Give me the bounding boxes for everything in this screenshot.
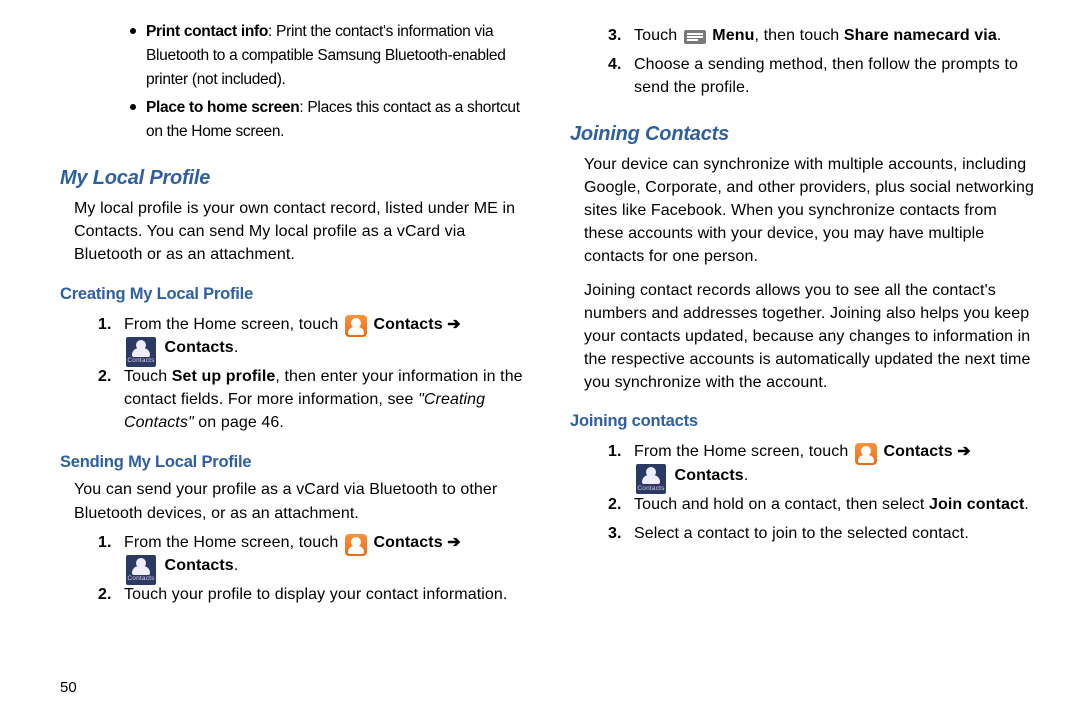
step-text: From the Home screen, touch Contacts ➔ C… [124, 313, 530, 359]
txt-a: From the Home screen, touch [124, 534, 338, 551]
txt-c: Contacts [675, 467, 744, 484]
txt-c: Contacts [165, 557, 234, 574]
para-join-2: Joining contact records allows you to se… [584, 279, 1040, 395]
bullet-icon [130, 28, 136, 34]
step-number: 1. [608, 440, 634, 486]
txt-b: Contacts ➔ [883, 443, 970, 460]
step-send-4: 4. Choose a sending method, then follow … [608, 53, 1040, 99]
contacts-app-icon [345, 534, 367, 556]
txt-d: . [234, 557, 239, 574]
contacts-app-icon [855, 443, 877, 465]
step-text: Choose a sending method, then follow the… [634, 53, 1040, 99]
step-text: Touch your profile to display your conta… [124, 583, 530, 606]
step-create-1: 1. From the Home screen, touch Contacts … [98, 313, 530, 359]
heading-my-local-profile: My Local Profile [60, 164, 530, 193]
txt-c: , then touch [754, 27, 843, 44]
txt-c: . [1024, 496, 1029, 513]
heading-creating-local-profile: Creating My Local Profile [60, 283, 530, 307]
txt-b: Contacts ➔ [373, 534, 460, 551]
step-number: 1. [98, 531, 124, 577]
txt-e: on page 46. [194, 414, 284, 431]
step-text: Touch Set up profile, then enter your in… [124, 365, 530, 435]
contacts-tab-icon: Contacts [636, 464, 666, 494]
step-text: Select a contact to join to the selected… [634, 522, 1040, 545]
step-create-2: 2. Touch Set up profile, then enter your… [98, 365, 530, 435]
heading-joining-contacts: Joining Contacts [570, 120, 1040, 149]
txt-b: Join contact [929, 496, 1024, 513]
step-join-1: 1. From the Home screen, touch Contacts … [608, 440, 1040, 486]
txt-b: Menu [712, 27, 754, 44]
para-send-profile: You can send your profile as a vCard via… [74, 478, 530, 524]
para-join-1: Your device can synchronize with multipl… [584, 153, 1040, 269]
bullet-print-contact: Print contact info: Print the contact's … [130, 20, 530, 92]
step-number: 2. [98, 365, 124, 435]
step-join-3: 3. Select a contact to join to the selec… [608, 522, 1040, 545]
contacts-tab-icon: Contacts [126, 337, 156, 367]
step-text: Touch and hold on a contact, then select… [634, 493, 1040, 516]
txt-b: Set up profile [172, 368, 276, 385]
step-text: From the Home screen, touch Contacts ➔ C… [124, 531, 530, 577]
contacts-app-icon [345, 315, 367, 337]
txt-d: . [744, 467, 749, 484]
txt-a: From the Home screen, touch [124, 316, 338, 333]
step-number: 3. [608, 24, 634, 47]
heading-sending-local-profile: Sending My Local Profile [60, 451, 530, 475]
para-local-profile: My local profile is your own contact rec… [74, 197, 530, 267]
step-send-3: 3. Touch Menu, then touch Share namecard… [608, 24, 1040, 47]
step-send-1: 1. From the Home screen, touch Contacts … [98, 531, 530, 577]
step-number: 1. [98, 313, 124, 359]
bullet-lead: Print contact info [146, 23, 268, 40]
step-number: 4. [608, 53, 634, 99]
page-number: 50 [60, 679, 77, 696]
menu-icon [684, 30, 706, 44]
step-number: 2. [608, 493, 634, 516]
txt-d: . [234, 339, 239, 356]
txt-e: . [997, 27, 1002, 44]
bullet-place-home: Place to home screen: Places this contac… [130, 96, 530, 144]
txt-a: Touch [124, 368, 172, 385]
step-send-2: 2. Touch your profile to display your co… [98, 583, 530, 606]
contacts-tab-icon: Contacts [126, 555, 156, 585]
bullet-text: Place to home screen: Places this contac… [146, 96, 530, 144]
txt-c: Contacts [165, 339, 234, 356]
left-column: Print contact info: Print the contact's … [60, 20, 530, 700]
step-join-2: 2. Touch and hold on a contact, then sel… [608, 493, 1040, 516]
bullet-lead: Place to home screen [146, 99, 299, 116]
bullet-text: Print contact info: Print the contact's … [146, 20, 530, 92]
step-number: 2. [98, 583, 124, 606]
right-column: 3. Touch Menu, then touch Share namecard… [570, 20, 1040, 700]
bullet-icon [130, 104, 136, 110]
txt-a: From the Home screen, touch [634, 443, 848, 460]
step-text: Touch Menu, then touch Share namecard vi… [634, 24, 1040, 47]
step-number: 3. [608, 522, 634, 545]
manual-page: Print contact info: Print the contact's … [0, 0, 1080, 720]
step-text: From the Home screen, touch Contacts ➔ C… [634, 440, 1040, 486]
txt-a: Touch [634, 27, 682, 44]
txt-a: Touch and hold on a contact, then select [634, 496, 929, 513]
heading-joining-contacts-sub: Joining contacts [570, 410, 1040, 434]
txt-d: Share namecard via [844, 27, 997, 44]
txt-b: Contacts ➔ [373, 316, 460, 333]
